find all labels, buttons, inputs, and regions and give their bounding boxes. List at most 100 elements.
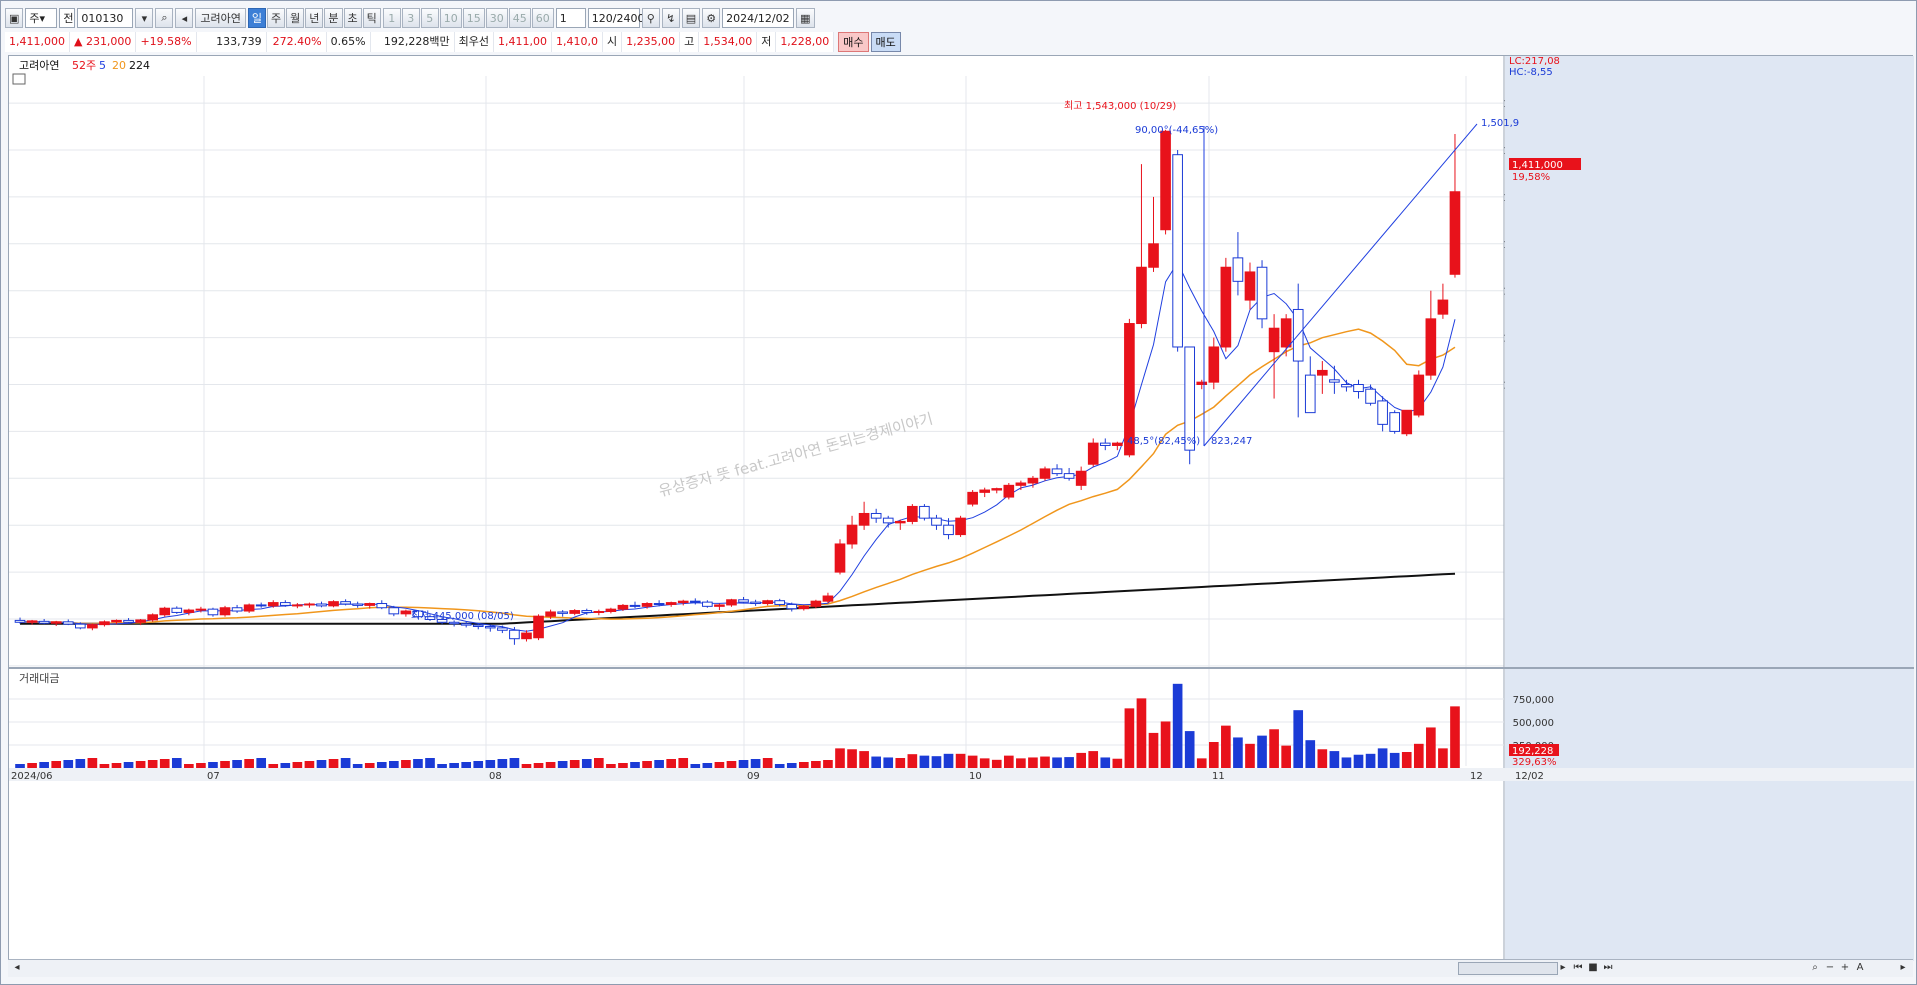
hc-label: HC:-8,55 <box>1509 67 1553 78</box>
tab-minute-2[interactable]: 5 <box>420 8 439 28</box>
x-tick-label: 09 <box>747 771 760 782</box>
tab-minute-5[interactable]: 30 <box>485 8 508 28</box>
candle-body <box>1112 442 1123 446</box>
candle-body <box>316 603 327 607</box>
volume-bar <box>666 759 677 768</box>
stop-icon[interactable]: ■ <box>1586 961 1600 976</box>
tab-minute-0[interactable]: 1 <box>382 8 401 28</box>
tab-period-5[interactable]: 초 <box>343 8 362 28</box>
gear-icon[interactable]: ⚙ <box>702 8 721 28</box>
candle-body <box>581 610 593 613</box>
save-icon[interactable]: ▤ <box>681 8 701 28</box>
dropdown-button[interactable]: ▾ <box>135 8 154 28</box>
scroll-thumb[interactable] <box>1458 962 1558 975</box>
volume-bar <box>931 756 942 768</box>
period-tabs: 일주월년분초틱 <box>247 8 381 28</box>
vol-pct-tag: 329,63% <box>1512 757 1557 768</box>
candle-body <box>641 603 653 607</box>
volume-bar <box>75 759 86 768</box>
volume-bar <box>1389 752 1400 768</box>
fib-top-label: 90,00°(-44,65%) <box>1135 125 1218 136</box>
tab-period-0[interactable]: 일 <box>247 8 267 28</box>
sell-button[interactable]: 매도 <box>870 32 901 52</box>
zoom-in-icon[interactable]: + <box>1838 961 1852 976</box>
x-axis-bg <box>9 768 1914 781</box>
count-value: 120 <box>591 11 613 25</box>
x-tick-label: 08 <box>489 771 502 782</box>
compare-icon[interactable]: ⚲ <box>641 8 660 28</box>
price-chart-svg[interactable]: 1,600,0001,500,0001,400,0001,300,0001,20… <box>9 56 1914 961</box>
layout-icon[interactable]: ▣ <box>5 8 24 28</box>
tab-period-6[interactable]: 틱 <box>362 8 381 28</box>
tab-period-4[interactable]: 분 <box>324 8 343 28</box>
date-input[interactable]: 2024/12/02 <box>722 8 795 28</box>
font-size-icon[interactable]: A <box>1853 961 1867 976</box>
candle-body <box>1208 346 1220 383</box>
candle-body <box>243 604 255 612</box>
sound-icon[interactable]: ◂ <box>175 8 194 28</box>
open-price: 1,235,00 <box>622 32 681 52</box>
rewind-icon[interactable]: ⏮ <box>1571 961 1585 976</box>
volume-bar <box>533 763 544 768</box>
scroll-left-icon[interactable]: ◂ <box>10 961 24 976</box>
scroll-right-icon[interactable]: ▸ <box>1896 961 1910 976</box>
period-select[interactable]: 주 ▾ <box>25 8 58 28</box>
candle-body <box>231 607 243 612</box>
stock-name-button[interactable]: 고려아연 <box>195 8 246 28</box>
volume-bar <box>569 760 580 768</box>
tab-period-2[interactable]: 월 <box>286 8 305 28</box>
volume-bar <box>473 761 484 768</box>
candle-body <box>99 621 110 626</box>
zoom-search-icon[interactable]: ⌕ <box>1808 961 1822 976</box>
tab-minute-4[interactable]: 15 <box>462 8 485 28</box>
bottom-scrollbar[interactable]: ◂ ▸ ⏮ ■ ⏭ ⌕ − + A ▸ <box>8 959 1913 977</box>
calendar-icon[interactable]: ▦ <box>796 8 815 28</box>
axis-bg <box>1505 56 1914 961</box>
volume-bar <box>594 758 604 768</box>
price-change-pct: +19.58% <box>136 32 197 52</box>
buy-button[interactable]: 매수 <box>838 32 869 52</box>
volume-bar <box>1426 727 1436 768</box>
candle-body <box>1425 318 1437 376</box>
zoom-out-icon[interactable]: − <box>1823 961 1837 976</box>
volume-bar <box>1016 758 1026 768</box>
volume-bar <box>618 763 628 768</box>
chevron-down-icon: ▾ <box>39 11 46 25</box>
volume-bar <box>352 764 363 768</box>
unit-input[interactable]: 1 <box>555 8 586 28</box>
volume-bar <box>883 757 894 768</box>
candle-body <box>1353 384 1364 393</box>
volume-bar <box>955 753 966 768</box>
candle-body <box>1365 388 1376 404</box>
market-select[interactable]: 전 <box>59 8 76 28</box>
volume-bar <box>738 760 749 768</box>
tab-period-3[interactable]: 년 <box>305 8 324 28</box>
volume-bar <box>1064 757 1074 768</box>
volume-bar <box>1257 735 1267 768</box>
calc-icon <box>12 73 26 85</box>
candle-body <box>135 619 146 623</box>
tab-minute-3[interactable]: 10 <box>439 8 462 28</box>
chart-area[interactable]: 1,600,0001,500,0001,400,0001,300,0001,20… <box>8 55 1914 970</box>
code-input[interactable]: 010130 <box>77 8 134 28</box>
legend-ma20: 20 <box>112 59 126 72</box>
tools-icon[interactable]: ↯ <box>661 8 680 28</box>
candle-body <box>967 491 978 505</box>
count-input[interactable]: 120/2400 <box>587 8 644 28</box>
candle-body <box>1099 442 1111 446</box>
search-icon[interactable]: ⌕ <box>155 8 174 28</box>
volume-bar <box>967 755 978 768</box>
forward-icon[interactable]: ⏭ <box>1601 961 1615 976</box>
tab-minute-6[interactable]: 45 <box>508 8 531 28</box>
candle-body <box>279 602 291 606</box>
legend-ma224: 224 <box>129 59 150 72</box>
volume-bar <box>871 756 881 768</box>
step-back-icon[interactable]: ▸ <box>1556 961 1570 976</box>
candle-body <box>593 610 605 613</box>
volume-bar <box>750 759 761 768</box>
candle-body <box>352 603 363 606</box>
tab-minute-1[interactable]: 3 <box>401 8 420 28</box>
tab-minute-7[interactable]: 60 <box>531 8 554 28</box>
candle-body <box>653 603 665 606</box>
tab-period-1[interactable]: 주 <box>267 8 286 28</box>
